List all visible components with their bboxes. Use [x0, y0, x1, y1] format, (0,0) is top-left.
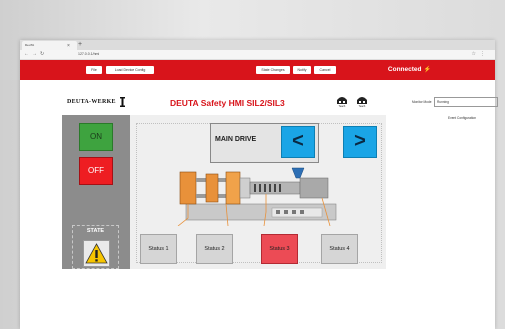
connection-status: Connected ⚡	[388, 64, 431, 76]
address-bar: ←→↻ 127.0.0.1/hmi ☆⋮	[20, 50, 495, 60]
robot-label-1: Teach	[338, 105, 346, 108]
monitor-mode-label: Monitor Mode	[412, 100, 432, 104]
scene: DeuTA × + ←→↻ 127.0.0.1/hmi ☆⋮ File Load…	[0, 0, 505, 329]
plug-icon: ⚡	[423, 67, 431, 73]
nav-arrows-icon[interactable]: ←→↻	[24, 51, 47, 57]
event-configuration-link[interactable]: Event Configuration	[448, 116, 476, 120]
robot-label-2: Teach	[358, 105, 366, 108]
left-arrow-icon: <	[292, 130, 304, 152]
robot-teach-button-2[interactable]: Teach	[354, 93, 370, 110]
logo-mark-icon	[120, 97, 125, 107]
hmi-panel: DEUTA-WERKE DEUTA Safety HMI SIL2/SIL3 T…	[62, 97, 386, 269]
state-label: STATE	[86, 228, 105, 234]
status-3-button[interactable]: Status 3	[261, 234, 298, 264]
browser-tab-title: DeuTA	[25, 43, 35, 47]
left-arrow-button[interactable]: <	[281, 126, 315, 158]
status-4-button[interactable]: Status 4	[321, 234, 358, 264]
machine-view: MAIN DRIVE < > Status 1 Status 2 Status …	[130, 115, 386, 269]
url-field[interactable]: 127.0.0.1/hmi	[78, 52, 438, 57]
monitor-mode-select[interactable]: Running	[434, 97, 498, 107]
app-toolbar: File Load Device Config State Changes No…	[20, 60, 495, 80]
new-tab-icon[interactable]: +	[78, 40, 82, 50]
connection-status-label: Connected	[387, 66, 422, 73]
config-panel: Monitor Mode Running Event Configuration	[412, 97, 498, 127]
injection-machine-image	[177, 167, 337, 226]
status-1-button[interactable]: Status 1	[140, 234, 177, 264]
right-arrow-icon: >	[354, 130, 366, 152]
warning-indicator[interactable]	[83, 240, 110, 267]
control-column: ON OFF STATE	[62, 115, 130, 269]
warning-icon	[85, 243, 108, 264]
on-button[interactable]: ON	[79, 123, 113, 151]
monitor-screen: DeuTA × + ←→↻ 127.0.0.1/hmi ☆⋮ File Load…	[20, 40, 498, 329]
deuta-logo: DEUTA-WERKE	[67, 99, 116, 105]
file-button[interactable]: File	[86, 66, 102, 74]
load-config-button[interactable]: Load Device Config	[106, 66, 154, 74]
right-arrow-button[interactable]: >	[343, 126, 377, 158]
browser-tab-bar: DeuTA × +	[20, 40, 495, 50]
robot-teach-button-1[interactable]: Teach	[334, 93, 350, 110]
notify-button[interactable]: Notify	[293, 66, 311, 74]
browser-menu-icon[interactable]: ☆⋮	[472, 51, 489, 57]
state-changes-button[interactable]: State Changes	[256, 66, 290, 74]
browser-tab[interactable]: DeuTA ×	[22, 41, 77, 50]
state-box: STATE	[72, 225, 119, 269]
main-drive-label: MAIN DRIVE	[215, 136, 257, 143]
cancel-button[interactable]: Cancel	[314, 66, 336, 74]
hmi-title: DEUTA Safety HMI SIL2/SIL3	[170, 98, 285, 108]
off-button[interactable]: OFF	[79, 157, 113, 185]
status-2-button[interactable]: Status 2	[196, 234, 233, 264]
